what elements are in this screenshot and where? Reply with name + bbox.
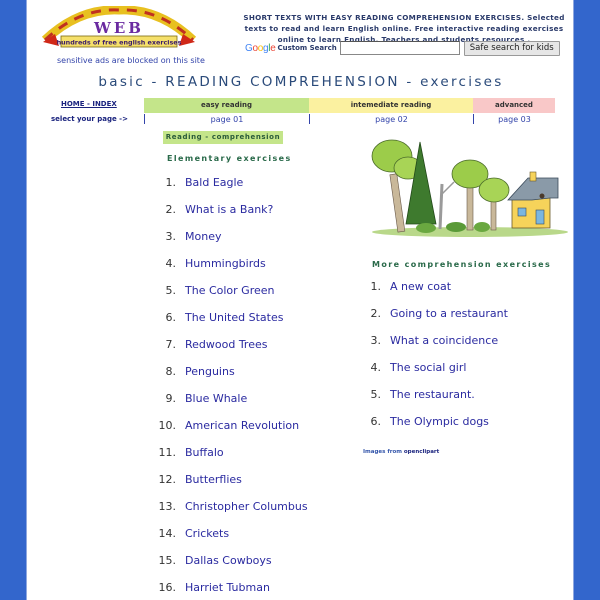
item-number: 2. (165, 203, 177, 216)
exercise-link[interactable]: Money (185, 230, 221, 257)
item-number: 6. (165, 311, 177, 324)
exercise-link[interactable]: The restaurant. (390, 388, 475, 415)
list-item: 3. Money (155, 230, 308, 257)
more-exercise-list: 1. A new coat 2. Going to a restaurant 3. Wha… (360, 280, 508, 442)
list-item: 4. The social girl (360, 361, 508, 388)
level-advanced: advanced (473, 98, 555, 113)
svg-text:hundreds of free english exerc: hundreds of free english exercises (57, 39, 182, 47)
list-item: 5. The Color Green (155, 284, 308, 311)
exercise-link[interactable]: The Olympic dogs (390, 415, 489, 442)
image-credits: Images from openclipart (363, 449, 439, 455)
item-number: 4. (165, 257, 177, 270)
list-item: 8. Penguins (155, 365, 308, 392)
page-03-link[interactable]: page 03 (474, 114, 555, 126)
exercise-link[interactable]: Hummingbirds (185, 257, 266, 284)
exercise-link[interactable]: Dallas Cowboys (185, 554, 272, 581)
item-number: 6. (370, 415, 382, 428)
list-item: 9. Blue Whale (155, 392, 308, 419)
select-page-label: select your page -> (51, 115, 128, 123)
item-number: 10. (158, 419, 177, 432)
item-number: 3. (370, 334, 382, 347)
exercise-link[interactable]: The social girl (390, 361, 466, 388)
item-number: 12. (158, 473, 177, 486)
item-number: 1. (370, 280, 382, 293)
list-item: 10. American Revolution (155, 419, 308, 446)
item-number: 15. (158, 554, 177, 567)
level-intermediate-reading: intemediate reading (309, 98, 473, 113)
item-number: 1. (165, 176, 177, 189)
list-item: 2. What is a Bank? (155, 203, 308, 230)
exercise-link[interactable]: The Color Green (185, 284, 274, 311)
item-number: 9. (165, 392, 177, 405)
exercise-link[interactable]: Butterflies (185, 473, 242, 500)
svg-text:WEB: WEB (93, 19, 144, 37)
item-number: 11. (158, 446, 177, 459)
item-number: 16. (158, 581, 177, 594)
exercise-link[interactable]: Bald Eagle (185, 176, 243, 203)
exercise-link[interactable]: Redwood Trees (185, 338, 267, 365)
item-number: 3. (165, 230, 177, 243)
list-item: 3. What a coincidence (360, 334, 508, 361)
ads-note: sensitive ads are blocked on this site (57, 56, 205, 65)
exercise-link[interactable]: What is a Bank? (185, 203, 273, 230)
page-02-link[interactable]: page 02 (310, 114, 473, 126)
exercise-link[interactable]: Buffalo (185, 446, 224, 473)
more-exercises-heading: More comprehension exercises (372, 260, 552, 269)
credits-prefix: Images from (363, 449, 402, 455)
item-number: 14. (158, 527, 177, 540)
home-index-link[interactable]: HOME - INDEX (61, 100, 117, 108)
list-item: 2. Going to a restaurant (360, 307, 508, 334)
exercise-link[interactable]: Harriet Tubman (185, 581, 270, 600)
list-item: 12. Butterflies (155, 473, 308, 500)
exercise-link[interactable]: Going to a restaurant (390, 307, 508, 334)
item-number: 7. (165, 338, 177, 351)
agenda-web-logo-icon: WEB hundreds of free english exercises (41, 6, 197, 48)
reading-comprehension-badge: Reading - comprehension (163, 131, 283, 144)
list-item: 14. Crickets (155, 527, 308, 554)
level-easy-reading: easy reading (144, 98, 309, 113)
exercise-link[interactable]: The United States (185, 311, 283, 338)
google-logo-icon: Google (245, 42, 276, 54)
list-item: 6. The United States (155, 311, 308, 338)
level-nav: HOME - INDEX easy reading intemediate re… (27, 98, 575, 113)
elementary-exercise-list: 1. Bald Eagle 2. What is a Bank? 3. Money 4. Hu… (155, 176, 308, 600)
list-item: 1. A new coat (360, 280, 508, 307)
list-item: 11. Buffalo (155, 446, 308, 473)
list-item: 15. Dallas Cowboys (155, 554, 308, 581)
exercise-link[interactable]: Crickets (185, 527, 229, 554)
list-item: 5. The restaurant. (360, 388, 508, 415)
page-selector: select your page -> page 01 page 02 page… (27, 113, 575, 127)
item-number: 2. (370, 307, 382, 320)
item-number: 5. (370, 388, 382, 401)
list-item: 16. Harriet Tubman (155, 581, 308, 600)
list-item: 1. Bald Eagle (155, 176, 308, 203)
elementary-heading: Elementary exercises (167, 154, 292, 163)
custom-search-label: Custom Search (277, 44, 337, 52)
safe-search-button[interactable]: Safe search for kids (463, 40, 560, 56)
item-number: 13. (158, 500, 177, 513)
exercise-link[interactable]: A new coat (390, 280, 451, 307)
item-number: 8. (165, 365, 177, 378)
site-logo[interactable]: WEB hundreds of free english exercises s… (39, 6, 205, 65)
exercise-link[interactable]: Blue Whale (185, 392, 247, 419)
list-item: 7. Redwood Trees (155, 338, 308, 365)
list-item: 13. Christopher Columbus (155, 500, 308, 527)
custom-search-form: Google Custom Search Safe search for kid… (245, 40, 560, 56)
item-number: 5. (165, 284, 177, 297)
item-number: 4. (370, 361, 382, 374)
page-container: WEB hundreds of free english exercises s… (26, 0, 574, 600)
exercise-link[interactable]: American Revolution (185, 419, 299, 446)
list-item: 4. Hummingbirds (155, 257, 308, 284)
exercise-link[interactable]: Penguins (185, 365, 235, 392)
exercise-link[interactable]: Christopher Columbus (185, 500, 308, 527)
exercise-link[interactable]: What a coincidence (390, 334, 498, 361)
trees-and-house-illustration (371, 139, 568, 237)
page-title: basic - READING COMPREHENSION - exercise… (98, 74, 504, 90)
openclipart-link[interactable]: openclipart (404, 449, 439, 455)
list-item: 6. The Olympic dogs (360, 415, 508, 442)
search-input[interactable] (339, 41, 460, 55)
page-01-link[interactable]: page 01 (145, 114, 309, 126)
